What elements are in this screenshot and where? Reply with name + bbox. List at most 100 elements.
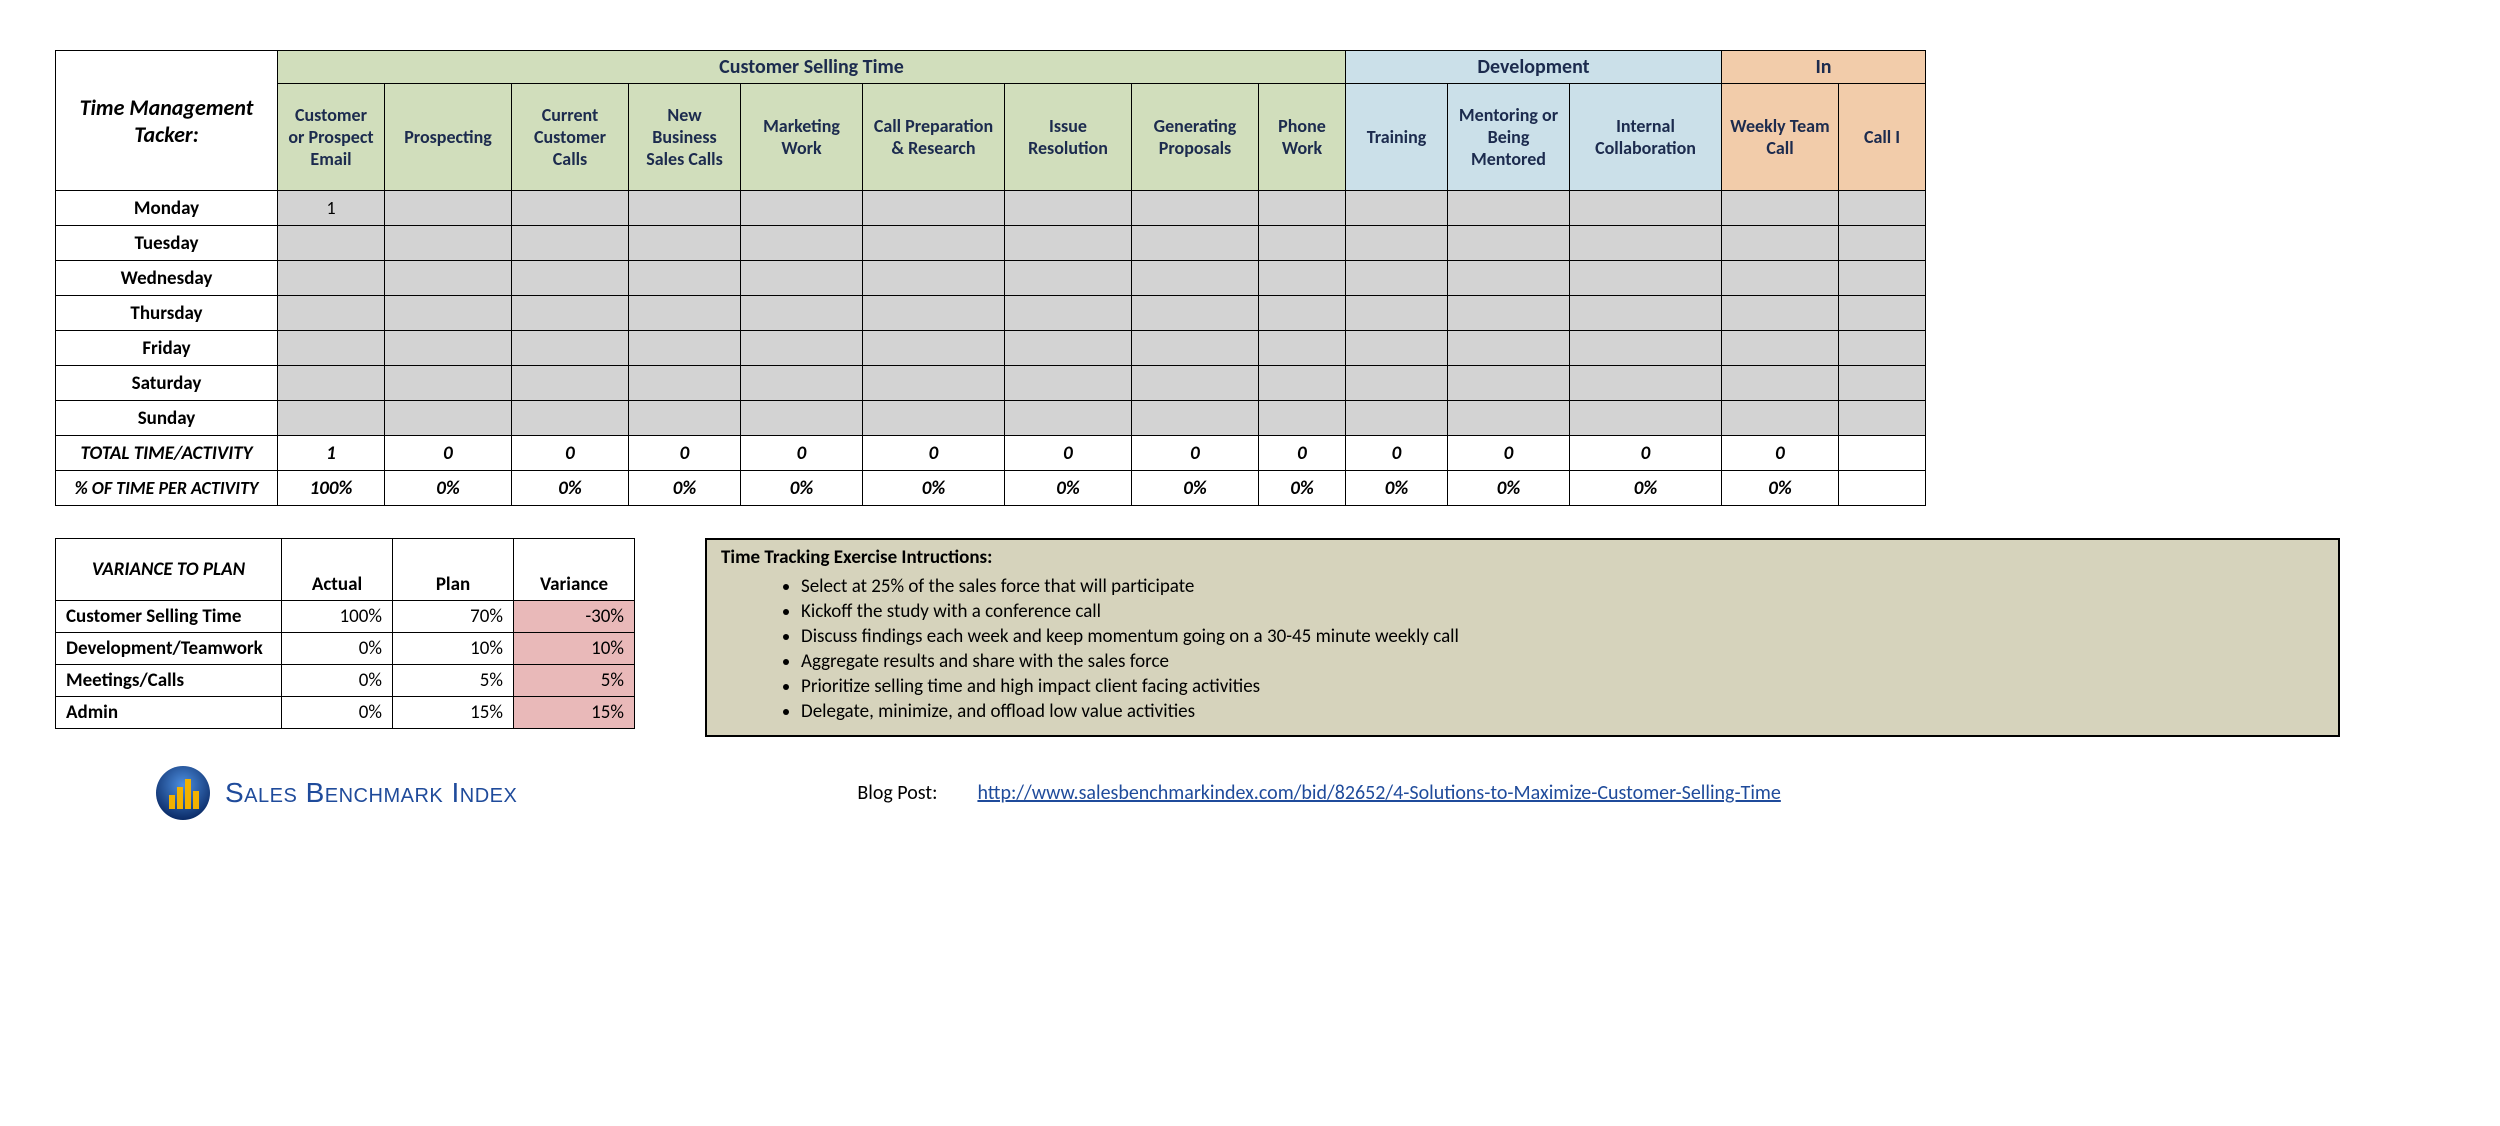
data-cell[interactable]: [1132, 261, 1259, 296]
data-cell[interactable]: [863, 331, 1005, 366]
data-cell[interactable]: [863, 261, 1005, 296]
data-cell[interactable]: 1: [278, 191, 385, 226]
data-cell[interactable]: [863, 226, 1005, 261]
data-cell[interactable]: [1132, 226, 1259, 261]
blog-label: Blog Post:: [857, 781, 937, 805]
data-cell[interactable]: [1259, 401, 1346, 436]
data-cell[interactable]: [629, 296, 741, 331]
data-cell[interactable]: [512, 331, 629, 366]
data-cell[interactable]: [1259, 226, 1346, 261]
data-cell[interactable]: [1259, 191, 1346, 226]
data-cell[interactable]: [1448, 191, 1570, 226]
data-cell[interactable]: [1839, 401, 1926, 436]
data-cell[interactable]: [1259, 366, 1346, 401]
data-cell[interactable]: [1722, 401, 1839, 436]
data-cell[interactable]: [1132, 191, 1259, 226]
data-cell[interactable]: [1839, 261, 1926, 296]
data-cell[interactable]: [741, 366, 863, 401]
data-cell[interactable]: [1722, 331, 1839, 366]
data-cell[interactable]: [629, 261, 741, 296]
data-cell[interactable]: [1839, 296, 1926, 331]
data-cell[interactable]: [1005, 331, 1132, 366]
data-cell[interactable]: [741, 226, 863, 261]
data-cell[interactable]: [1722, 296, 1839, 331]
data-cell[interactable]: [1448, 296, 1570, 331]
data-cell[interactable]: [1346, 401, 1448, 436]
data-cell[interactable]: [278, 296, 385, 331]
data-cell[interactable]: [1132, 331, 1259, 366]
data-cell[interactable]: [1722, 226, 1839, 261]
data-cell[interactable]: [1839, 366, 1926, 401]
data-cell[interactable]: [1448, 261, 1570, 296]
data-cell[interactable]: [1346, 191, 1448, 226]
data-cell[interactable]: [385, 261, 512, 296]
data-cell[interactable]: [1839, 191, 1926, 226]
data-cell[interactable]: [385, 331, 512, 366]
data-cell[interactable]: [512, 401, 629, 436]
data-cell[interactable]: [278, 226, 385, 261]
data-cell[interactable]: [512, 366, 629, 401]
data-cell[interactable]: [1005, 226, 1132, 261]
data-cell[interactable]: [385, 401, 512, 436]
data-cell[interactable]: [863, 296, 1005, 331]
data-cell[interactable]: [741, 401, 863, 436]
data-cell[interactable]: [512, 191, 629, 226]
data-cell[interactable]: [512, 261, 629, 296]
data-cell[interactable]: [629, 401, 741, 436]
data-cell[interactable]: [1570, 261, 1722, 296]
data-cell[interactable]: [1448, 331, 1570, 366]
data-cell[interactable]: [629, 331, 741, 366]
data-cell[interactable]: [278, 331, 385, 366]
data-cell[interactable]: [741, 191, 863, 226]
data-cell[interactable]: [278, 261, 385, 296]
data-cell[interactable]: [1346, 366, 1448, 401]
data-cell[interactable]: [1448, 226, 1570, 261]
data-cell[interactable]: [1448, 366, 1570, 401]
data-cell[interactable]: [1570, 331, 1722, 366]
data-cell[interactable]: [629, 366, 741, 401]
data-cell[interactable]: [1570, 401, 1722, 436]
data-cell[interactable]: [863, 401, 1005, 436]
data-cell[interactable]: [741, 331, 863, 366]
data-cell[interactable]: [1005, 296, 1132, 331]
data-cell[interactable]: [863, 191, 1005, 226]
blog-link[interactable]: http://www.salesbenchmarkindex.com/bid/8…: [977, 781, 1780, 805]
data-cell[interactable]: [741, 296, 863, 331]
data-cell[interactable]: [1005, 261, 1132, 296]
data-cell[interactable]: [512, 296, 629, 331]
data-cell[interactable]: [1570, 226, 1722, 261]
data-cell[interactable]: [1132, 296, 1259, 331]
data-cell[interactable]: [1346, 296, 1448, 331]
data-cell[interactable]: [385, 191, 512, 226]
data-cell[interactable]: [278, 401, 385, 436]
data-cell[interactable]: [1132, 366, 1259, 401]
data-cell[interactable]: [385, 296, 512, 331]
data-cell[interactable]: [1570, 296, 1722, 331]
data-cell[interactable]: [1722, 191, 1839, 226]
data-cell[interactable]: [1570, 366, 1722, 401]
data-cell[interactable]: [1005, 401, 1132, 436]
data-cell[interactable]: [629, 191, 741, 226]
data-cell[interactable]: [1259, 261, 1346, 296]
data-cell[interactable]: [1839, 226, 1926, 261]
data-cell[interactable]: [1722, 261, 1839, 296]
data-cell[interactable]: [512, 226, 629, 261]
data-cell[interactable]: [863, 366, 1005, 401]
data-cell[interactable]: [1346, 261, 1448, 296]
data-cell[interactable]: [1346, 226, 1448, 261]
data-cell[interactable]: [629, 226, 741, 261]
data-cell[interactable]: [278, 366, 385, 401]
data-cell[interactable]: [1005, 191, 1132, 226]
data-cell[interactable]: [1005, 366, 1132, 401]
data-cell[interactable]: [1346, 331, 1448, 366]
data-cell[interactable]: [1259, 296, 1346, 331]
data-cell[interactable]: [1839, 331, 1926, 366]
data-cell[interactable]: [385, 226, 512, 261]
data-cell[interactable]: [1448, 401, 1570, 436]
data-cell[interactable]: [1259, 331, 1346, 366]
data-cell[interactable]: [1570, 191, 1722, 226]
data-cell[interactable]: [1722, 366, 1839, 401]
data-cell[interactable]: [385, 366, 512, 401]
data-cell[interactable]: [741, 261, 863, 296]
data-cell[interactable]: [1132, 401, 1259, 436]
